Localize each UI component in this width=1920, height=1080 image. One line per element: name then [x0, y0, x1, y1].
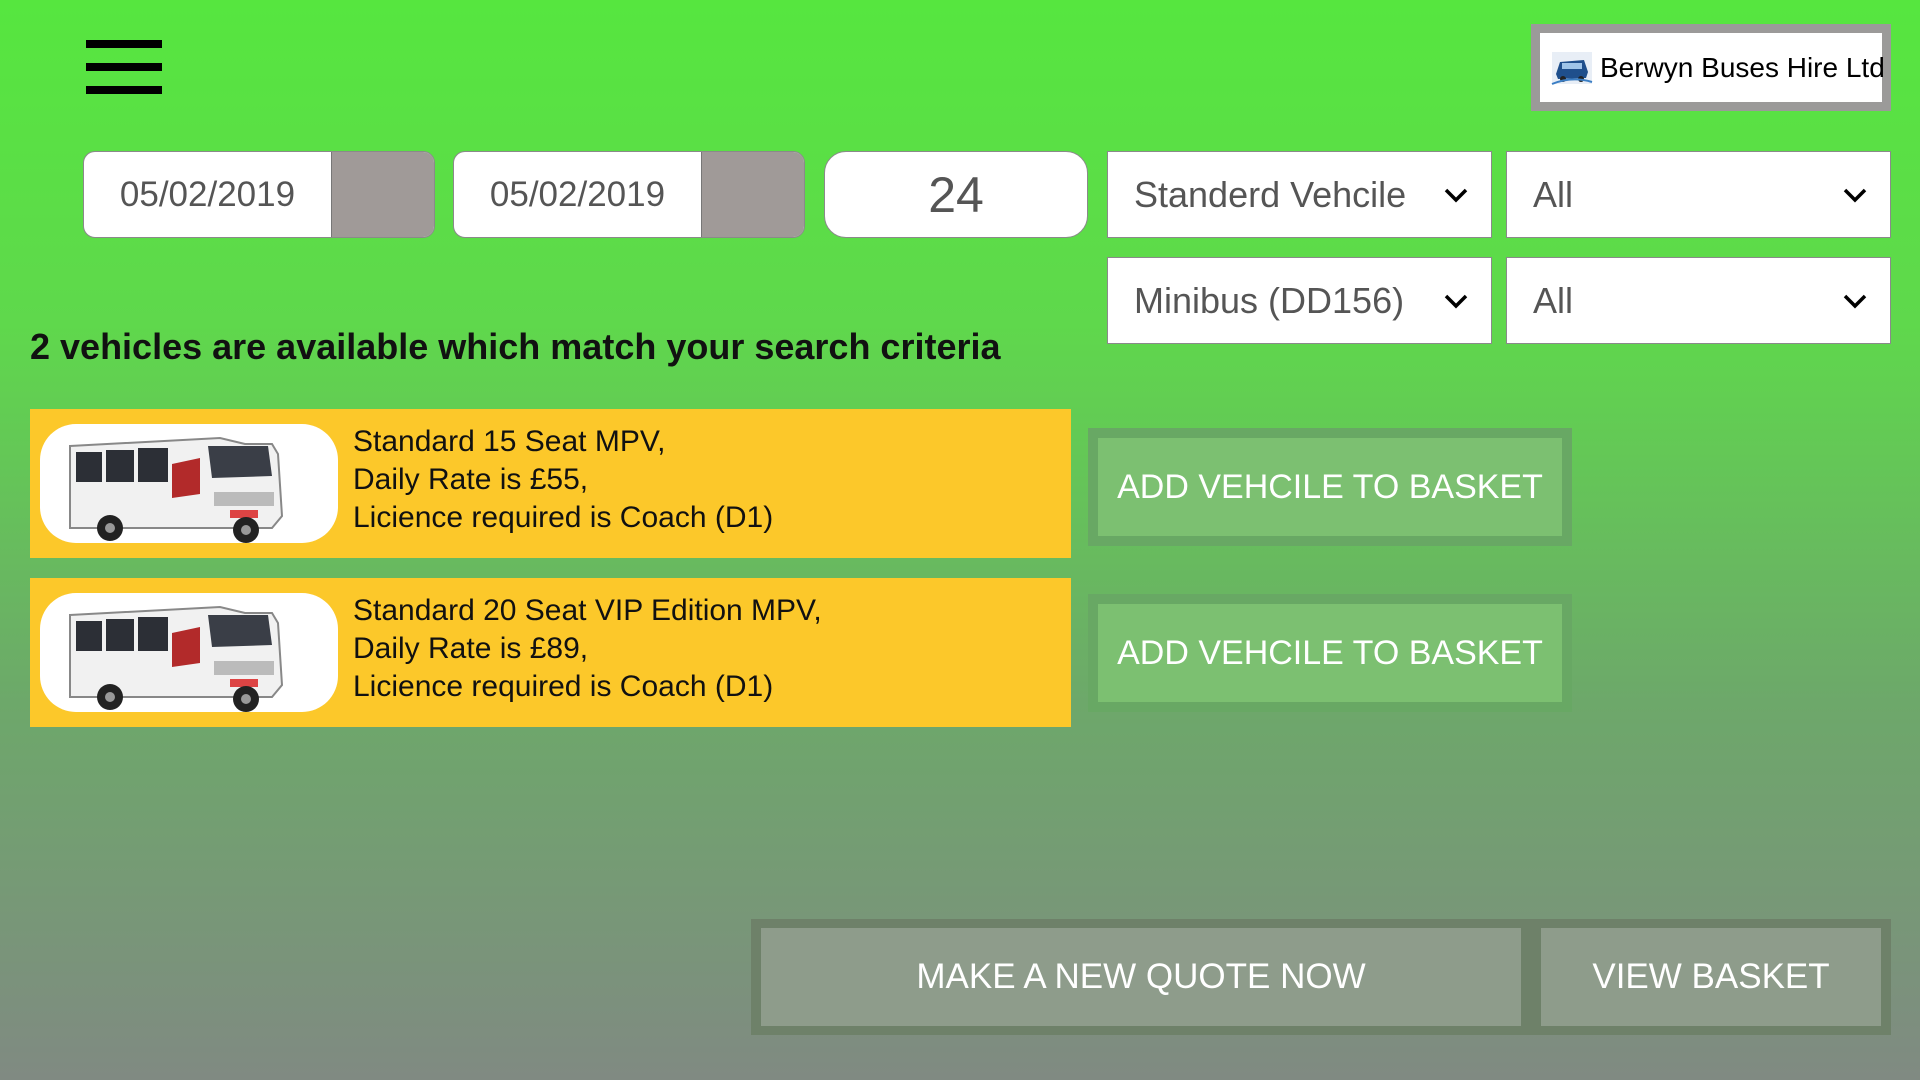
- bus-logo-icon: [1551, 51, 1593, 85]
- start-date-value: 05/02/2019: [119, 174, 296, 214]
- chevron-down-icon: [1444, 188, 1468, 203]
- filter-2-value: All: [1533, 279, 1574, 321]
- hours-input[interactable]: 24: [824, 151, 1088, 238]
- calendar-picker-icon[interactable]: [331, 152, 434, 237]
- logo-text: Berwyn Buses Hire Ltd: [1600, 51, 1885, 83]
- company-logo: Berwyn Buses Hire Ltd: [1531, 24, 1891, 111]
- vehicle-name: Standard 15 Seat MPV,: [353, 425, 666, 458]
- add-vehicle-to-basket-button[interactable]: ADD VEHCILE TO BASKET: [1088, 594, 1572, 712]
- minibus-image: [40, 424, 338, 543]
- vehicle-info: Standard 15 Seat MPV, Daily Rate is £55,…: [353, 423, 773, 537]
- chevron-down-icon: [1843, 294, 1867, 309]
- vehicle-rate: Daily Rate is £55,: [353, 463, 589, 496]
- start-date-input[interactable]: 05/02/2019: [83, 151, 435, 238]
- filter-select-2[interactable]: All: [1506, 257, 1891, 344]
- calendar-picker-icon[interactable]: [701, 152, 804, 237]
- vehicle-licence: Licience required is Coach (D1): [353, 501, 774, 534]
- filter-select-1[interactable]: All: [1506, 151, 1891, 238]
- vehicle-model-select[interactable]: Minibus (DD156): [1107, 257, 1492, 344]
- vehicle-licence: Licience required is Coach (D1): [353, 670, 774, 703]
- hamburger-menu-icon[interactable]: [86, 40, 162, 94]
- end-date-input[interactable]: 05/02/2019: [453, 151, 805, 238]
- vehicle-rate: Daily Rate is £89,: [353, 632, 589, 665]
- vehicle-type-value: Standerd Vehcile: [1134, 173, 1407, 215]
- vehicle-card: Standard 15 Seat MPV, Daily Rate is £55,…: [30, 409, 1071, 558]
- view-basket-button[interactable]: VIEW BASKET: [1541, 928, 1881, 1026]
- vehicle-info: Standard 20 Seat VIP Edition MPV, Daily …: [353, 592, 822, 706]
- chevron-down-icon: [1444, 294, 1468, 309]
- end-date-value: 05/02/2019: [489, 174, 666, 214]
- filter-1-value: All: [1533, 173, 1574, 215]
- add-vehicle-to-basket-button[interactable]: ADD VEHCILE TO BASKET: [1088, 428, 1572, 546]
- vehicle-type-select[interactable]: Standerd Vehcile: [1107, 151, 1492, 238]
- minibus-image: [40, 593, 338, 712]
- vehicle-name: Standard 20 Seat VIP Edition MPV,: [353, 594, 822, 627]
- vehicle-card: Standard 20 Seat VIP Edition MPV, Daily …: [30, 578, 1071, 727]
- make-new-quote-button[interactable]: MAKE A NEW QUOTE NOW: [761, 928, 1521, 1026]
- results-message: 2 vehicles are available which match you…: [30, 326, 1001, 367]
- vehicle-model-value: Minibus (DD156): [1134, 279, 1405, 321]
- chevron-down-icon: [1843, 188, 1867, 203]
